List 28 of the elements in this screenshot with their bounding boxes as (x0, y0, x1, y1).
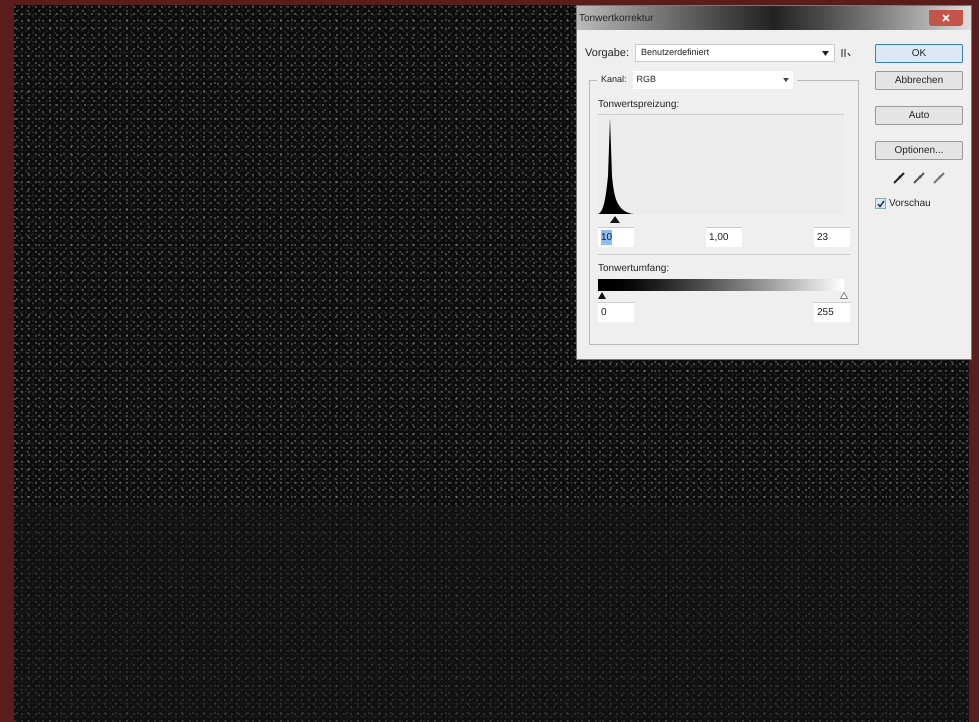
close-icon (942, 14, 950, 22)
eyedropper-icon[interactable] (913, 172, 925, 184)
slider-handle[interactable] (610, 216, 620, 223)
caret-icon (782, 78, 789, 82)
input-field[interactable]: 0 (598, 302, 634, 322)
window-title: Tonwertkorrektur (579, 12, 654, 26)
input-field[interactable]: 23 (814, 227, 850, 247)
slider-handle[interactable] (840, 292, 848, 299)
preview-label: Vorschau (889, 197, 931, 211)
input-field[interactable]: 255 (814, 302, 850, 322)
dialog-button[interactable]: Optionen... (875, 141, 963, 160)
menu-icon[interactable] (841, 48, 852, 58)
check-icon (876, 200, 884, 208)
dialog-button[interactable]: OK (875, 44, 963, 63)
input-levels-label: Tonwertspreizung: (598, 98, 680, 112)
caret-icon (822, 50, 830, 56)
output-levels-label: Tonwertumfang: (598, 262, 670, 276)
eyedropper-icon[interactable] (893, 172, 905, 184)
channel-dropdown[interactable]: RGB (632, 71, 793, 89)
dialog-button[interactable]: Abbrechen (875, 71, 963, 90)
preview-checkbox[interactable] (875, 198, 886, 209)
channel-label: Kanal: (601, 73, 627, 86)
preset-dropdown[interactable]: Benutzerdefiniert (635, 44, 836, 62)
dialog-button[interactable]: Auto (875, 106, 963, 125)
close-button[interactable] (929, 10, 963, 26)
input-field[interactable]: 1,00 (706, 227, 742, 247)
input-field[interactable]: 10 (598, 227, 634, 247)
preset-label: Vorgabe: (585, 46, 630, 61)
